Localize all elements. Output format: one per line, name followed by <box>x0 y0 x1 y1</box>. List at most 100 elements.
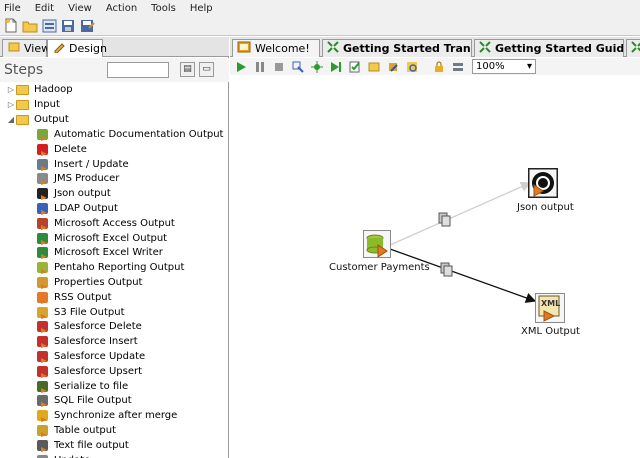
step-list-label: Automatic Documentation Output <box>54 129 224 140</box>
delete-icon <box>36 143 49 156</box>
explore-repository-icon[interactable] <box>41 18 57 34</box>
step-list-item[interactable]: LDAP Output <box>36 201 118 216</box>
tab-getting-started-guide[interactable]: Getting Started Guid <box>474 39 624 57</box>
tab-more[interactable] <box>626 39 640 57</box>
menu-help[interactable]: Help <box>190 3 213 14</box>
step-list-item[interactable]: JMS Producer <box>36 171 119 186</box>
step-list-item[interactable]: Json output <box>36 186 111 201</box>
sql-icon[interactable] <box>386 60 400 74</box>
menu-view[interactable]: View <box>68 3 92 14</box>
excel-icon <box>36 232 49 245</box>
table-input-icon <box>363 230 391 258</box>
hop-to-xml[interactable] <box>389 248 537 303</box>
step-xml-output[interactable]: XML <box>535 293 565 323</box>
salesforce-delete-icon <box>36 320 49 334</box>
lock-icon[interactable] <box>432 60 446 74</box>
collapse-arrow-icon[interactable]: ◢ <box>6 115 16 124</box>
step-list-item[interactable]: SQL File Output <box>36 393 132 408</box>
step-list-label: JMS Producer <box>54 173 120 185</box>
transformation-icon <box>631 41 640 56</box>
jms-icon <box>36 172 49 186</box>
reporting-icon <box>36 261 49 275</box>
step-list-item[interactable]: S3 File Output <box>36 305 125 320</box>
expand-arrow-icon[interactable]: ▷ <box>6 100 16 109</box>
step-list-item[interactable]: Microsoft Excel Writer <box>36 245 163 260</box>
properties-icon <box>36 276 49 289</box>
step-list-item[interactable]: Microsoft Access Output <box>36 216 175 231</box>
step-list-label: RSS Output <box>54 291 112 303</box>
preview-icon[interactable] <box>291 60 305 74</box>
zoom-select[interactable]: 100% ▾ <box>472 59 536 74</box>
verify-icon[interactable] <box>348 60 362 74</box>
tab-getting-started-transformation[interactable]: Getting Started Tran <box>322 39 472 57</box>
tab-view[interactable]: View <box>2 39 50 57</box>
folder-hadoop[interactable]: ▷ Hadoop <box>6 82 73 97</box>
step-list-item[interactable]: Microsoft Excel Output <box>36 231 167 246</box>
steps-tree: ▷ Hadoop ▷ Input ◢ Output Automatic Docu… <box>0 82 228 458</box>
step-list-label: LDAP Output <box>54 203 118 214</box>
step-list-item[interactable]: Salesforce Insert <box>36 334 138 349</box>
sql-file-icon <box>36 394 49 408</box>
new-file-icon[interactable] <box>3 18 19 34</box>
step-list-item[interactable]: Insert / Update <box>36 157 129 172</box>
folder-input[interactable]: ▷ Input <box>6 97 60 112</box>
menu-file[interactable]: File <box>4 3 21 14</box>
step-list-item[interactable]: Synchronize after merge <box>36 408 177 423</box>
menu-edit[interactable]: Edit <box>35 3 54 14</box>
align-icon[interactable] <box>451 60 465 74</box>
step-list-item[interactable]: RSS Output <box>36 290 112 305</box>
xml-icon: XML <box>535 293 565 323</box>
tab-welcome[interactable]: Welcome! <box>232 39 320 57</box>
step-list-label: Salesforce Upsert <box>54 365 143 377</box>
serialize-icon <box>36 380 49 393</box>
step-list-label: Serialize to file <box>54 380 129 392</box>
save-icon[interactable] <box>60 18 76 34</box>
step-list-label: Text file output <box>54 439 129 451</box>
step-label: Json output <box>517 202 574 213</box>
folder-output[interactable]: ◢ Output <box>6 112 69 127</box>
impact-icon[interactable] <box>367 60 381 74</box>
transformation-canvas[interactable]: Customer Payments Json output XML XML Ou… <box>230 76 640 458</box>
step-list-label: Salesforce Update <box>54 351 146 362</box>
expand-arrow-icon[interactable]: ▷ <box>6 85 16 94</box>
open-folder-icon[interactable] <box>22 18 38 34</box>
step-list-item[interactable]: Salesforce Update <box>36 349 145 364</box>
step-list-item[interactable]: Pentaho Reporting Output <box>36 260 184 275</box>
rss-icon <box>36 291 49 304</box>
step-list-item[interactable]: Delete <box>36 142 87 157</box>
run-icon[interactable] <box>234 60 248 74</box>
tab-design[interactable]: Design <box>47 39 107 57</box>
table-output-icon <box>36 424 49 437</box>
step-customer-payments[interactable] <box>363 230 391 258</box>
expand-all-icon[interactable]: ▤ <box>180 62 195 77</box>
left-panel-tabs: View Design <box>0 37 229 57</box>
step-list-item[interactable]: Salesforce Upsert <box>36 364 142 379</box>
step-list-item[interactable]: Automatic Documentation Output <box>36 127 223 142</box>
doc-output-icon <box>36 128 49 141</box>
steps-search-input[interactable] <box>107 62 169 78</box>
salesforce-upsert-icon <box>36 365 49 378</box>
step-json-output[interactable] <box>527 167 559 199</box>
menu-tools[interactable]: Tools <box>151 3 176 14</box>
ldap-icon <box>36 202 49 215</box>
save-as-icon[interactable] <box>79 18 95 34</box>
stop-icon[interactable] <box>272 60 286 74</box>
step-list-label: Microsoft Excel Writer <box>54 247 163 259</box>
collapse-all-icon[interactable]: ▭ <box>199 62 214 77</box>
debug-icon[interactable] <box>310 60 324 74</box>
explore-db-icon[interactable] <box>405 60 419 74</box>
step-list-item[interactable]: Properties Output <box>36 275 142 290</box>
canvas-toolbar: 100% ▾ <box>230 58 640 75</box>
step-list-item[interactable]: Salesforce Delete <box>36 319 142 334</box>
step-list-item[interactable]: Table output <box>36 423 116 438</box>
pause-icon[interactable] <box>253 60 267 74</box>
menu-action[interactable]: Action <box>106 3 137 14</box>
folder-icon <box>16 84 29 95</box>
folder-label: Output <box>34 114 69 125</box>
step-list-item[interactable]: Text file output <box>36 438 129 453</box>
step-list-item[interactable]: Update <box>36 453 90 458</box>
step-list-item[interactable]: Serialize to file <box>36 379 128 394</box>
sync-icon <box>36 409 49 423</box>
replay-icon[interactable] <box>329 60 343 74</box>
hop-to-json[interactable] <box>389 181 532 246</box>
